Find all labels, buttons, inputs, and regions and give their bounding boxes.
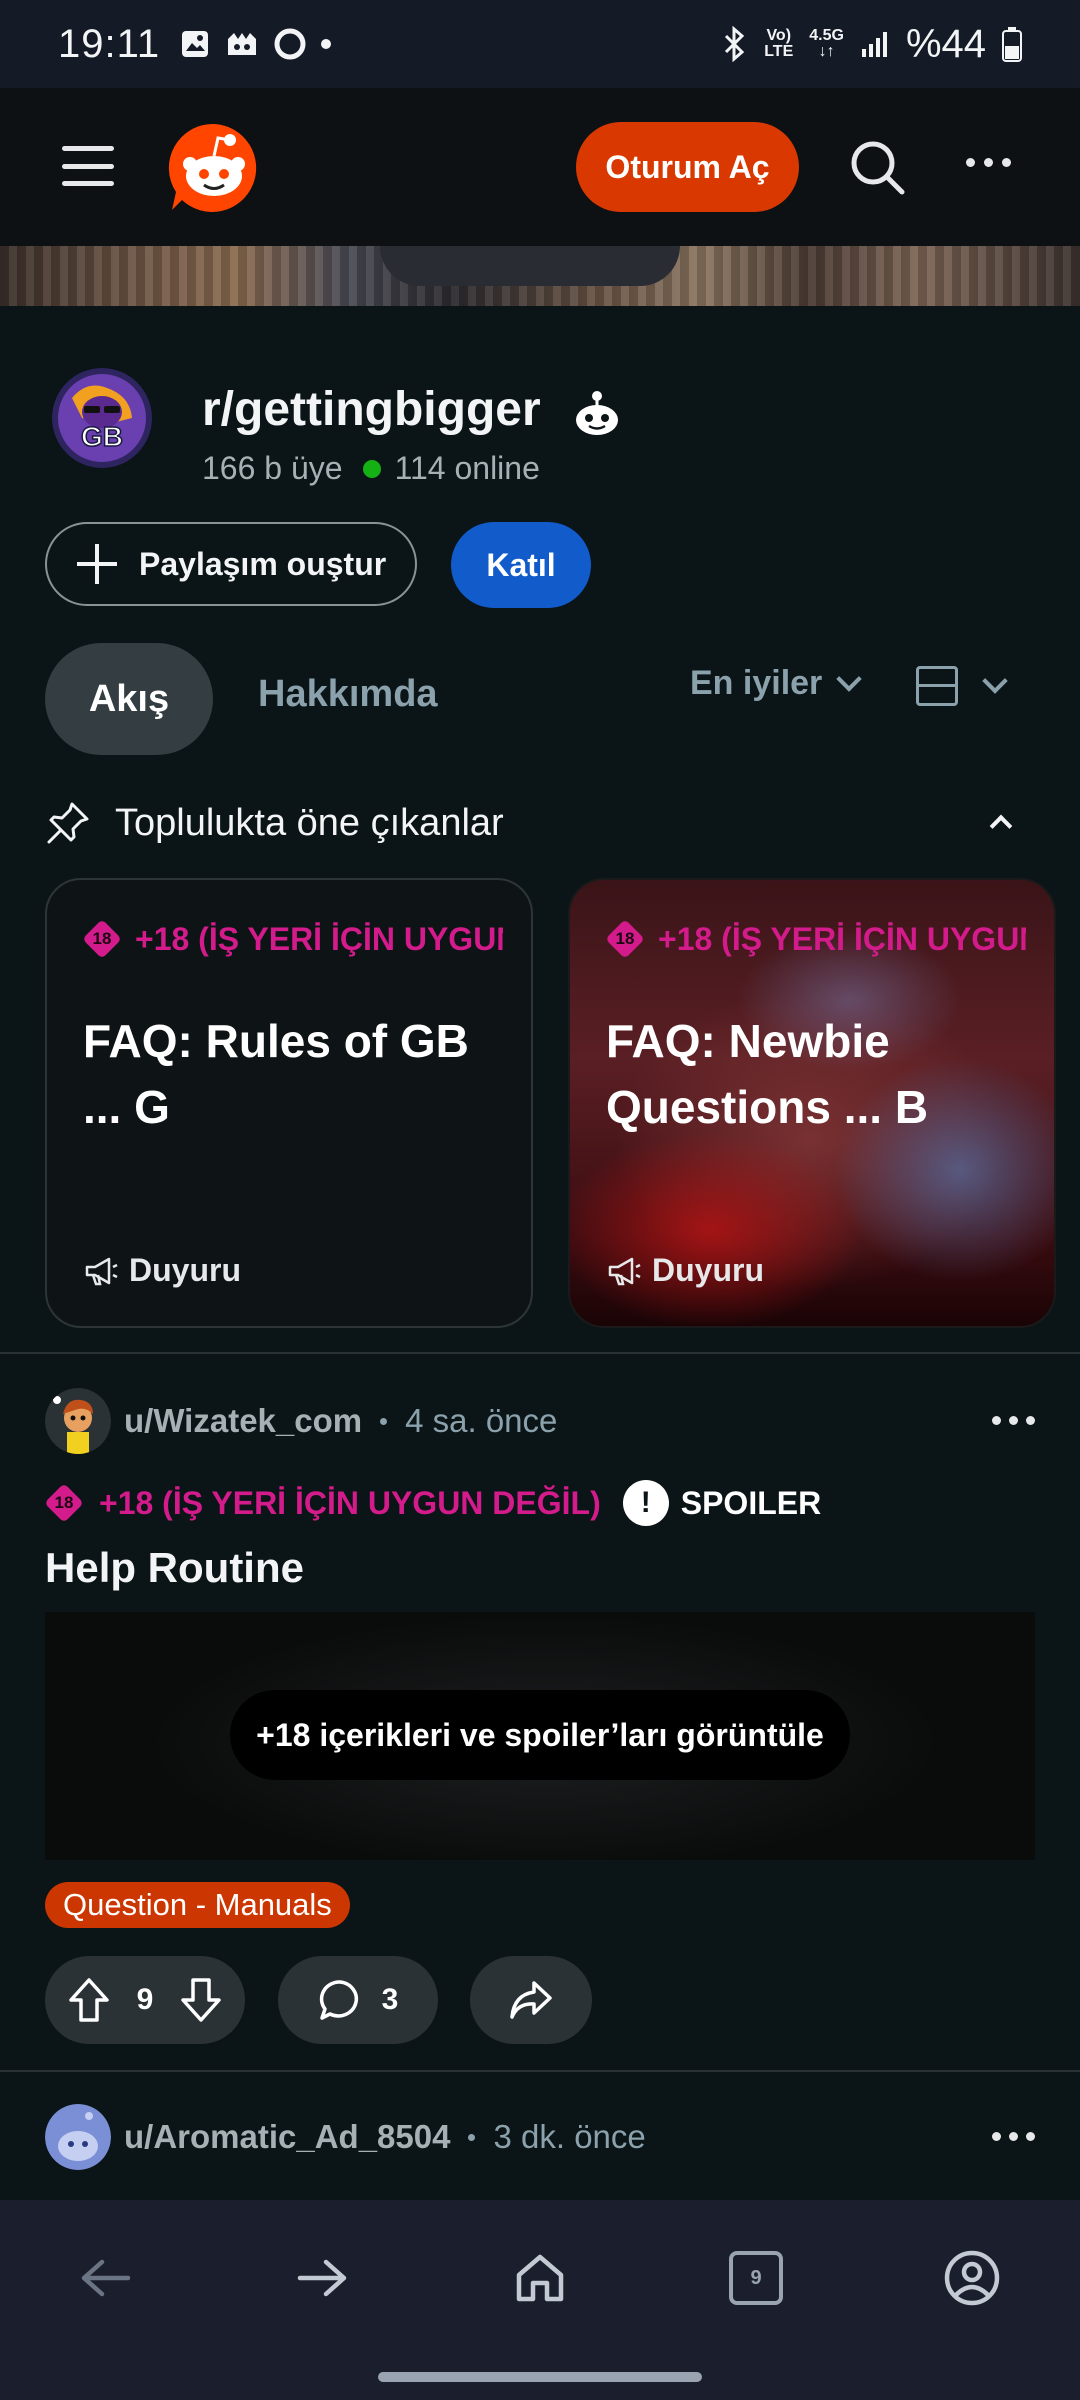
signal-icon — [861, 32, 887, 57]
post-tags: 18 +18 (İŞ YERİ İÇİN UYGUN DEĞİL) ! SPOI… — [45, 1480, 821, 1526]
system-indicators: Vo) LTE 4.5G ↓↑ %44 — [720, 22, 1022, 67]
nsfw-label: +18 (İŞ YERİ İÇİN UYGUN DEĞİL) — [658, 920, 1026, 957]
highlights-title: Toplulukta öne çıkanlar — [115, 801, 504, 844]
plus-icon — [77, 544, 117, 584]
online-indicator — [362, 459, 381, 478]
post-meta: u/Aromatic_Ad_8504 3 dk. önce — [124, 2118, 646, 2156]
login-button[interactable]: Oturum Aç — [576, 122, 799, 212]
highlight-card[interactable]: 18 +18 (İŞ YERİ İÇİN UYGUN DEĞİL) FAQ: N… — [568, 878, 1056, 1328]
post-flair[interactable]: Question - Manuals — [45, 1882, 350, 1928]
tab-feed[interactable]: Akış — [45, 643, 213, 755]
username[interactable]: u/Aromatic_Ad_8504 — [124, 2118, 450, 2156]
create-post-label: Paylaşım ouştur — [139, 545, 387, 582]
post-time: 3 dk. önce — [493, 2118, 646, 2155]
comment-icon — [319, 1980, 358, 2020]
chevron-up-icon[interactable] — [989, 814, 1013, 838]
reddit-logo[interactable] — [168, 122, 260, 214]
user-avatar[interactable] — [45, 2104, 111, 2170]
upvote-icon[interactable] — [67, 1976, 111, 2024]
nsfw-icon: 18 — [45, 1484, 83, 1522]
nsfw-label: +18 (İŞ YERİ İÇİN UYGUN DEĞİL) — [99, 1484, 601, 1521]
share-icon — [510, 1981, 552, 2019]
menu-icon[interactable] — [62, 146, 114, 186]
share-button[interactable] — [470, 1956, 592, 2044]
banner-decoration — [380, 246, 680, 286]
card-title: FAQ: Rules of GB ... G — [83, 1015, 469, 1133]
image-icon — [182, 31, 209, 57]
card-flair: Duyuru — [83, 1252, 241, 1289]
join-button[interactable]: Katıl — [451, 522, 591, 608]
vote-count: 9 — [136, 1983, 154, 2016]
megaphone-icon — [608, 1257, 641, 1285]
pin-icon — [47, 802, 89, 844]
community-avatar[interactable]: GB — [52, 368, 152, 468]
bluetooth-icon — [725, 26, 745, 62]
nsfw-label: +18 (İŞ YERİ İÇİN UYGUN DEĞİL) — [135, 920, 503, 957]
back-icon[interactable] — [76, 2248, 136, 2308]
battery-icon — [1002, 27, 1022, 62]
create-post-button[interactable]: Paylaşım ouştur — [45, 522, 417, 606]
community-name: r/gettingbigger — [202, 383, 541, 436]
avatar-text: GB — [81, 421, 123, 452]
nsfw-tag: 18 +18 (İŞ YERİ İÇİN UYGUN DEĞİL) — [83, 920, 503, 958]
megaphone-icon — [85, 1257, 118, 1285]
alert-icon: ! — [622, 1480, 669, 1526]
post-more-icon[interactable] — [992, 1416, 1035, 1425]
view-layout-dropdown[interactable] — [916, 666, 1008, 706]
dot-icon — [321, 39, 332, 49]
tab-count: 9 — [729, 2251, 783, 2305]
highlight-card[interactable]: 18 +18 (İŞ YERİ İÇİN UYGUN DEĞİL) FAQ: R… — [45, 878, 533, 1328]
notification-icons — [180, 28, 332, 60]
status-bar: 19:11 Vo) LTE 4.5G ↓↑ %44 — [0, 0, 1080, 88]
community-stats: 166 b üye 114 online — [202, 450, 540, 487]
browser-nav-bar: 9 — [0, 2200, 1080, 2400]
nsfw-icon: 18 — [83, 920, 121, 958]
divider — [0, 2070, 1080, 2072]
downvote-icon[interactable] — [179, 1976, 223, 2024]
user-avatar[interactable] — [45, 1388, 111, 1454]
app-header: Oturum Aç — [0, 88, 1080, 246]
online-count: 114 online — [394, 450, 540, 486]
post-title[interactable]: Help Routine — [45, 1544, 304, 1592]
network-type: Vo) LTE — [764, 27, 794, 60]
vote-bar: 9 — [45, 1956, 245, 2044]
status-time: 19:11 — [58, 21, 161, 66]
net-speed: 4.5G ↓↑ — [809, 27, 844, 60]
post-time: 4 sa. önce — [405, 1402, 558, 1439]
nsfw-tag: 18 +18 (İŞ YERİ İÇİN UYGUN DEĞİL) — [606, 920, 1026, 958]
highlights-header[interactable]: Toplulukta öne çıkanlar — [45, 800, 504, 846]
home-icon[interactable] — [510, 2248, 570, 2308]
nsfw-icon: 18 — [606, 920, 644, 958]
sort-label: En iyiler — [690, 664, 823, 702]
chevron-down-icon — [836, 665, 863, 692]
opera-icon — [274, 28, 306, 60]
sort-dropdown[interactable]: En iyiler — [690, 664, 863, 703]
card-layout-icon — [916, 666, 958, 706]
comments-button[interactable]: 3 — [278, 1956, 438, 2044]
tabs-icon[interactable]: 9 — [726, 2248, 786, 2308]
tab-about[interactable]: Hakkımda — [258, 673, 438, 716]
reveal-content-button[interactable]: +18 içerikleri ve spoiler’ları görüntüle — [230, 1690, 850, 1780]
post-more-icon[interactable] — [992, 2132, 1035, 2141]
spoiler-tag: ! SPOILER — [622, 1480, 821, 1526]
card-title: FAQ: Newbie Questions ... B — [606, 1015, 929, 1133]
search-icon[interactable] — [848, 138, 906, 196]
comment-count: 3 — [381, 1983, 399, 2016]
battery-percent: %44 — [905, 21, 986, 66]
game-icon — [228, 33, 257, 55]
username[interactable]: u/Wizatek_com — [124, 1402, 362, 1440]
snoo-icon — [576, 391, 618, 435]
member-count: 166 b üye — [202, 450, 343, 486]
post-meta: u/Wizatek_com 4 sa. önce — [124, 1402, 557, 1440]
account-icon[interactable] — [942, 2248, 1002, 2308]
divider — [0, 1352, 1080, 1354]
more-icon[interactable] — [966, 158, 1011, 167]
chevron-down-icon — [982, 668, 1008, 694]
card-flair: Duyuru — [606, 1252, 764, 1289]
forward-icon[interactable] — [292, 2248, 352, 2308]
gesture-bar[interactable] — [378, 2372, 702, 2382]
